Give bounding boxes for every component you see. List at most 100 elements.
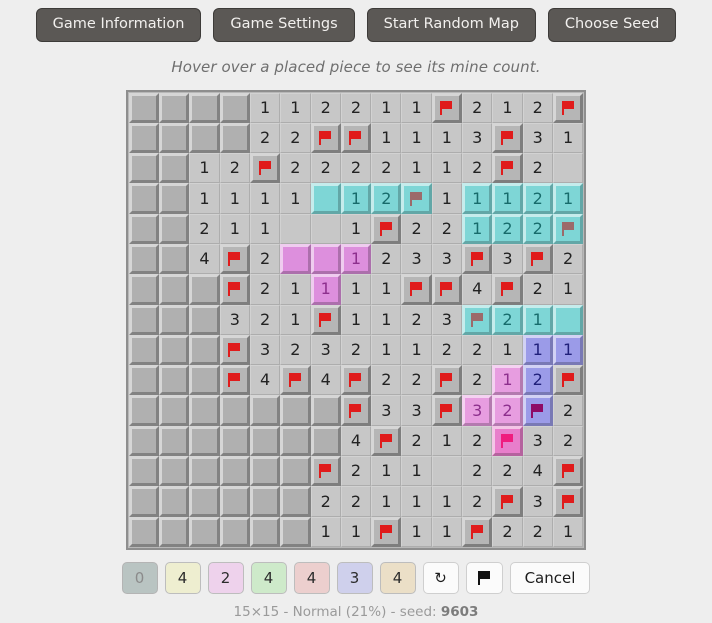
- cell-piece[interactable]: 1: [462, 213, 493, 244]
- cell-piece[interactable]: [310, 183, 341, 214]
- undo-arrow-icon[interactable]: ↻: [422, 561, 459, 594]
- cell-revealed[interactable]: 1: [401, 334, 432, 366]
- cell-flagged[interactable]: [371, 516, 402, 547]
- game-board[interactable]: 1122112122211133112222211221111121112121…: [128, 92, 584, 547]
- cell-piece[interactable]: 1: [492, 365, 523, 396]
- cell-flagged[interactable]: [492, 153, 523, 184]
- cell-revealed[interactable]: 1: [431, 425, 463, 457]
- cell-hidden[interactable]: [280, 486, 311, 517]
- cell-piece[interactable]: [310, 243, 341, 275]
- cell-revealed[interactable]: 2: [462, 92, 493, 123]
- cell-flagged[interactable]: [552, 486, 584, 517]
- cell-piece[interactable]: 3: [462, 395, 493, 426]
- cell-hidden[interactable]: [189, 334, 220, 366]
- cell-flagged[interactable]: [340, 122, 372, 154]
- cell-revealed[interactable]: 4: [310, 365, 341, 396]
- cell-piece[interactable]: 1: [522, 334, 553, 366]
- cell-revealed[interactable]: 4: [522, 456, 553, 487]
- cell-flagged[interactable]: [310, 122, 341, 154]
- cell-hidden[interactable]: [128, 153, 160, 184]
- cell-hidden[interactable]: [280, 456, 311, 487]
- cell-hidden[interactable]: [189, 365, 220, 396]
- cell-hidden[interactable]: [128, 425, 160, 457]
- cell-revealed[interactable]: 1: [431, 486, 463, 517]
- cell-piece-flagged[interactable]: [492, 425, 523, 457]
- cell-revealed[interactable]: 2: [462, 153, 493, 184]
- cell-flagged[interactable]: [462, 516, 493, 547]
- cell-revealed[interactable]: 2: [340, 153, 372, 184]
- cell-piece[interactable]: 1: [552, 334, 584, 366]
- cell-revealed[interactable]: 3: [310, 334, 341, 366]
- cell-hidden[interactable]: [159, 122, 190, 154]
- cell-hidden[interactable]: [128, 304, 160, 335]
- cell-hidden[interactable]: [159, 213, 190, 244]
- cancel-button[interactable]: Cancel: [509, 561, 591, 594]
- cell-hidden[interactable]: [280, 516, 311, 547]
- cell-revealed[interactable]: 1: [280, 274, 311, 305]
- cell-hidden[interactable]: [219, 456, 250, 487]
- cell-flagged[interactable]: [310, 304, 341, 335]
- cell-hidden[interactable]: [219, 425, 250, 457]
- cell-revealed[interactable]: 2: [552, 243, 584, 275]
- cell-piece[interactable]: 1: [522, 304, 553, 335]
- cell-revealed[interactable]: 3: [431, 243, 463, 275]
- cell-revealed[interactable]: 2: [401, 425, 432, 457]
- cell-revealed[interactable]: 2: [280, 122, 311, 154]
- cell-revealed[interactable]: 2: [371, 243, 402, 275]
- cell-piece[interactable]: [552, 304, 584, 335]
- cell-hidden[interactable]: [128, 456, 160, 487]
- cell-flagged[interactable]: [431, 274, 463, 305]
- cell-hidden[interactable]: [128, 183, 160, 214]
- cell-revealed[interactable]: 2: [492, 516, 523, 547]
- cell-piece[interactable]: 2: [492, 213, 523, 244]
- cell-flagged[interactable]: [431, 92, 463, 123]
- cell-flagged[interactable]: [552, 92, 584, 123]
- cell-revealed[interactable]: 1: [249, 92, 281, 123]
- cell-piece[interactable]: 2: [522, 365, 553, 396]
- cell-revealed[interactable]: 3: [249, 334, 281, 366]
- cell-revealed[interactable]: 1: [401, 516, 432, 547]
- cell-hidden[interactable]: [128, 486, 160, 517]
- cell-hidden[interactable]: [159, 153, 190, 184]
- cell-piece[interactable]: 1: [340, 183, 372, 214]
- cell-hidden[interactable]: [189, 516, 220, 547]
- cell-hidden[interactable]: [128, 395, 160, 426]
- cell-revealed[interactable]: 1: [371, 274, 402, 305]
- cell-hidden[interactable]: [159, 243, 190, 275]
- cell-revealed[interactable]: 4: [189, 243, 220, 275]
- cell-flagged[interactable]: [219, 334, 250, 366]
- game-settings-button[interactable]: Game Settings: [213, 8, 355, 42]
- cell-hidden[interactable]: [249, 516, 281, 547]
- cell-hidden[interactable]: [128, 92, 160, 123]
- cell-revealed[interactable]: 2: [462, 365, 493, 396]
- cell-empty[interactable]: [280, 213, 311, 244]
- cell-hidden[interactable]: [128, 334, 160, 366]
- cell-piece-flagged[interactable]: [401, 183, 432, 214]
- cell-hidden[interactable]: [159, 425, 190, 457]
- piece-button-1[interactable]: 4: [164, 561, 201, 594]
- cell-piece-flagged[interactable]: [462, 304, 493, 335]
- cell-piece-flagged[interactable]: [522, 395, 553, 426]
- cell-revealed[interactable]: 2: [249, 122, 281, 154]
- cell-revealed[interactable]: 1: [371, 92, 402, 123]
- cell-flagged[interactable]: [492, 122, 523, 154]
- cell-revealed[interactable]: 2: [310, 153, 341, 184]
- cell-revealed[interactable]: 2: [189, 213, 220, 244]
- cell-revealed[interactable]: 2: [522, 274, 553, 305]
- cell-hidden[interactable]: [249, 456, 281, 487]
- cell-piece[interactable]: 1: [462, 183, 493, 214]
- cell-empty[interactable]: [552, 153, 584, 184]
- cell-revealed[interactable]: 2: [401, 304, 432, 335]
- cell-revealed[interactable]: 1: [340, 213, 372, 244]
- cell-hidden[interactable]: [219, 486, 250, 517]
- cell-hidden[interactable]: [189, 92, 220, 123]
- start-random-map-button[interactable]: Start Random Map: [366, 8, 536, 42]
- cell-revealed[interactable]: 4: [340, 425, 372, 457]
- cell-revealed[interactable]: 3: [462, 122, 493, 154]
- cell-revealed[interactable]: 1: [401, 456, 432, 487]
- cell-revealed[interactable]: 2: [249, 243, 281, 275]
- cell-flagged[interactable]: [219, 274, 250, 305]
- cell-flagged[interactable]: [371, 213, 402, 244]
- cell-hidden[interactable]: [159, 274, 190, 305]
- cell-hidden[interactable]: [249, 425, 281, 457]
